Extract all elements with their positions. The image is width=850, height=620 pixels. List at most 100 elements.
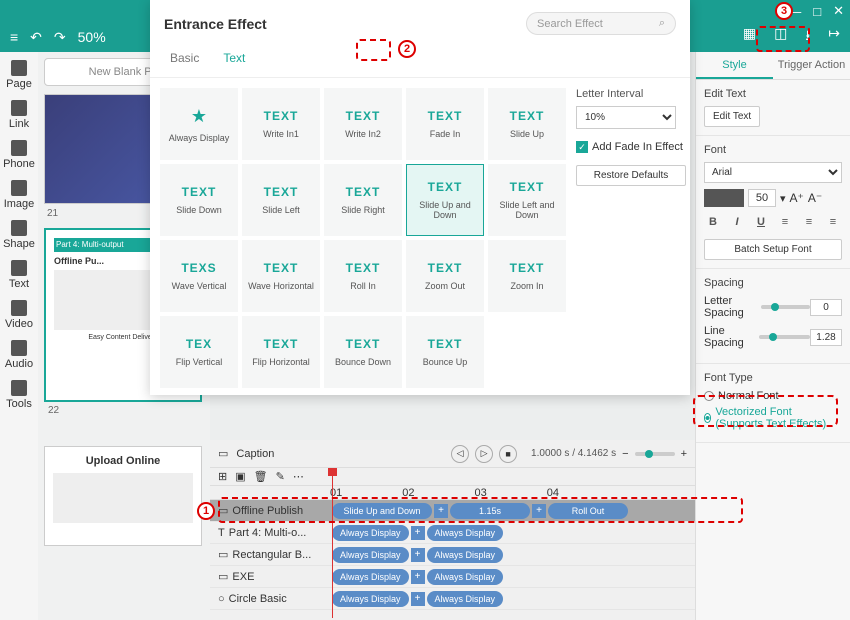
search-effect-input[interactable]: Search Effect ⌕ bbox=[526, 12, 676, 35]
sidebar-item-phone[interactable]: Phone bbox=[3, 140, 35, 170]
font-increase-button[interactable]: A⁺ bbox=[790, 191, 804, 205]
shape-icon bbox=[11, 220, 27, 236]
effect-write-in2[interactable]: TEXTWrite In2 bbox=[324, 88, 402, 160]
timeline-zoom-slider[interactable] bbox=[635, 452, 675, 456]
timeline-playhead[interactable] bbox=[332, 468, 333, 618]
chevron-down-icon[interactable]: ▾ bbox=[780, 192, 786, 205]
timeline-tools: ⊞▣🗑✎⋯ bbox=[210, 468, 695, 486]
align-left-button[interactable]: ≡ bbox=[776, 213, 794, 231]
effect-zoom-out[interactable]: TEXTZoom Out bbox=[406, 240, 484, 312]
link-icon bbox=[11, 100, 27, 116]
audio-icon bbox=[11, 340, 27, 356]
line-spacing-slider[interactable] bbox=[759, 335, 810, 339]
tools-icon bbox=[11, 380, 27, 396]
vectorized-font-radio[interactable]: Vectorized Font (Supports Text Effects) bbox=[704, 406, 842, 430]
effect-bounce-down[interactable]: TEXTBounce Down bbox=[324, 316, 402, 388]
restore-defaults-button[interactable]: Restore Defaults bbox=[576, 165, 686, 186]
maximize-button[interactable]: □ bbox=[813, 4, 821, 19]
effect-roll-in[interactable]: TEXTRoll In bbox=[324, 240, 402, 312]
prev-button[interactable]: ◁ bbox=[451, 445, 469, 463]
effect-write-in1[interactable]: TEXTWrite In1 bbox=[242, 88, 320, 160]
properties-panel: Style Trigger Action Edit Text Edit Text… bbox=[695, 52, 850, 620]
sidebar-item-video[interactable]: Video bbox=[5, 300, 33, 330]
timeline-row-rectangular[interactable]: ▭Rectangular B... Always Display+Always … bbox=[210, 544, 695, 566]
effect-flip-vertical[interactable]: TEXFlip Vertical bbox=[160, 316, 238, 388]
letter-spacing-input[interactable] bbox=[810, 299, 842, 316]
edit-text-button[interactable]: Edit Text bbox=[704, 106, 760, 127]
sidebar-item-audio[interactable]: Audio bbox=[5, 340, 33, 370]
sidebar-item-page[interactable]: Page bbox=[6, 60, 32, 90]
redo-button[interactable]: ↷ bbox=[54, 29, 66, 46]
align-center-button[interactable]: ≡ bbox=[800, 213, 818, 231]
timeline-row-circle[interactable]: ○Circle Basic Always Display+Always Disp… bbox=[210, 588, 695, 610]
tab-style[interactable]: Style bbox=[696, 52, 773, 79]
search-icon: ⌕ bbox=[659, 17, 665, 30]
align-right-button[interactable]: ≡ bbox=[824, 213, 842, 231]
effect-wave-horizontal[interactable]: TEXTWave Horizontal bbox=[242, 240, 320, 312]
timeline-caption-label: Caption bbox=[236, 448, 274, 460]
zoom-out-icon[interactable]: − bbox=[622, 448, 628, 460]
save-button[interactable]: ◫ bbox=[774, 25, 787, 49]
effect-slide-right[interactable]: TEXTSlide Right bbox=[324, 164, 402, 236]
effect-slide-up-and-down[interactable]: TEXTSlide Up and Down bbox=[406, 164, 484, 236]
normal-font-radio[interactable]: Normal Font bbox=[704, 390, 842, 402]
check-icon: ✓ bbox=[576, 141, 588, 153]
font-decrease-button[interactable]: A⁻ bbox=[808, 191, 822, 205]
timeline-row-part4[interactable]: TPart 4: Multi-o... Always Display+Alway… bbox=[210, 522, 695, 544]
sidebar-item-text[interactable]: Text bbox=[9, 260, 29, 290]
effect-zoom-in[interactable]: TEXTZoom In bbox=[488, 240, 566, 312]
effect-slide-left-and-down[interactable]: TEXTSlide Left and Down bbox=[488, 164, 566, 236]
sidebar-item-tools[interactable]: Tools bbox=[6, 380, 32, 410]
entrance-effect-modal: Entrance Effect Search Effect ⌕ Basic Te… bbox=[150, 0, 690, 395]
underline-button[interactable]: U bbox=[752, 213, 770, 231]
stop-button[interactable]: ■ bbox=[499, 445, 517, 463]
tab-trigger-action[interactable]: Trigger Action bbox=[773, 52, 850, 79]
sidebar-item-link[interactable]: Link bbox=[9, 100, 29, 130]
sidebar-item-image[interactable]: Image bbox=[4, 180, 35, 210]
timeline-panel: ▭ Caption ◁ ▷ ■ 1.0000 s / 4.1462 s − + … bbox=[210, 440, 695, 620]
batch-setup-font-button[interactable]: Batch Setup Font bbox=[704, 239, 842, 260]
timeline-row-offline-publish[interactable]: ▭Offline Publish Slide Up and Down+1.15s… bbox=[210, 500, 695, 522]
line-spacing-label: Line Spacing bbox=[704, 325, 759, 349]
effect-wave-vertical[interactable]: TEXSWave Vertical bbox=[160, 240, 238, 312]
line-spacing-input[interactable] bbox=[810, 329, 842, 346]
menu-icon[interactable]: ≡ bbox=[10, 29, 18, 45]
effect-slide-down[interactable]: TEXTSlide Down bbox=[160, 164, 238, 236]
effect-slide-up[interactable]: TEXTSlide Up bbox=[488, 88, 566, 160]
timeline-row-exe[interactable]: ▭EXE Always Display+Always Display bbox=[210, 566, 695, 588]
zoom-level[interactable]: 50% bbox=[78, 29, 106, 45]
edit-text-heading: Edit Text bbox=[704, 88, 842, 100]
effect-flip-horizontal[interactable]: TEXTFlip Horizontal bbox=[242, 316, 320, 388]
zoom-in-icon[interactable]: + bbox=[681, 448, 687, 460]
modal-title: Entrance Effect bbox=[164, 16, 267, 32]
timeline-time: 1.0000 s / 4.1462 s bbox=[531, 448, 616, 459]
export-button[interactable]: ↦ bbox=[828, 25, 840, 49]
font-size-input[interactable] bbox=[748, 189, 776, 207]
saveas-button[interactable]: ⭳ bbox=[805, 25, 810, 49]
tab-text[interactable]: Text bbox=[217, 47, 251, 69]
image-icon bbox=[11, 180, 27, 196]
sidebar-item-shape[interactable]: Shape bbox=[3, 220, 35, 250]
effect-slide-left[interactable]: TEXTSlide Left bbox=[242, 164, 320, 236]
add-fade-checkbox[interactable]: ✓Add Fade In Effect bbox=[576, 141, 686, 153]
page-icon bbox=[11, 60, 27, 76]
font-family-select[interactable]: Arial bbox=[704, 162, 842, 183]
undo-button[interactable]: ↶ bbox=[30, 29, 42, 46]
italic-button[interactable]: I bbox=[728, 213, 746, 231]
effect-bounce-up[interactable]: TEXTBounce Up bbox=[406, 316, 484, 388]
left-sidebar: Page Link Phone Image Shape Text Video A… bbox=[0, 52, 38, 620]
play-button[interactable]: ▷ bbox=[475, 445, 493, 463]
letter-spacing-slider[interactable] bbox=[761, 305, 810, 309]
modal-tabs: Basic Text bbox=[150, 39, 690, 78]
preview-button[interactable]: ▦ bbox=[743, 25, 756, 49]
tab-basic[interactable]: Basic bbox=[164, 47, 205, 69]
close-button[interactable]: ✕ bbox=[833, 3, 844, 19]
spacing-heading: Spacing bbox=[704, 277, 842, 289]
effect-always-display[interactable]: ★Always Display bbox=[160, 88, 238, 160]
bold-button[interactable]: B bbox=[704, 213, 722, 231]
effect-fade-in[interactable]: TEXTFade In bbox=[406, 88, 484, 160]
annotation-1: 1 bbox=[197, 502, 215, 520]
upload-online-thumb[interactable]: Upload Online bbox=[44, 446, 202, 546]
font-color-swatch[interactable] bbox=[704, 189, 744, 207]
letter-interval-select[interactable]: 10% bbox=[576, 106, 676, 129]
